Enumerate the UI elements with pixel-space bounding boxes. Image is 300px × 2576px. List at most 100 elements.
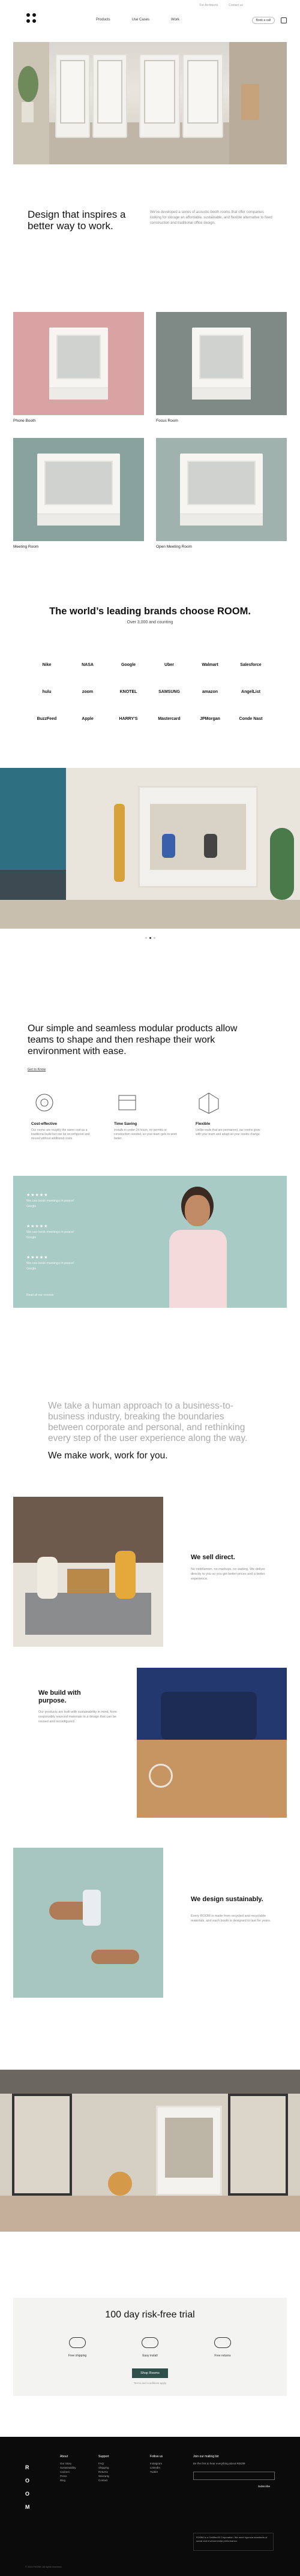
brand-logo: Walmart xyxy=(202,663,218,667)
footer-link[interactable]: Shipping xyxy=(98,2466,109,2470)
feature-text: Unlike walls that are permanent, our roo… xyxy=(196,1128,261,1136)
story-title: We build with purpose. xyxy=(38,1689,81,1704)
subscribe-button[interactable]: Subscribe xyxy=(258,2485,270,2488)
product-label[interactable]: Phone Booth xyxy=(13,419,36,423)
product-label[interactable]: Meeting Room xyxy=(13,545,38,549)
quote-source: Google xyxy=(26,1236,37,1239)
brand-logo: Conde Nast xyxy=(239,717,263,721)
story-text: Every ROOM is made from recycled and rec… xyxy=(191,1914,271,1923)
brand-logo: SAMSUNG xyxy=(158,690,180,694)
quote-text: We can book meetings in peace! xyxy=(26,1199,74,1203)
nav-item-products[interactable]: Products xyxy=(96,18,110,22)
shipping-icon xyxy=(69,2337,86,2348)
footer-link[interactable]: Our Story xyxy=(60,2461,76,2466)
footer-link[interactable]: Contact xyxy=(98,2478,109,2482)
quote-text: We can book meetings in peace! xyxy=(26,1230,74,1234)
modular-title: Our simple and seamless modular products… xyxy=(28,1023,238,1056)
brand-logo: KNOTEL xyxy=(119,690,137,694)
carousel-dots[interactable] xyxy=(0,937,300,939)
flexible-icon xyxy=(199,1092,219,1114)
feature-text: Our rooms are roughly the same cost as a… xyxy=(31,1128,90,1140)
approach-text: We take a human approach to a business-t… xyxy=(48,1401,248,1443)
product-label[interactable]: Open Meeting Room xyxy=(156,545,192,549)
feature-title: Time Saving xyxy=(114,1122,137,1126)
footer-link[interactable]: Blog xyxy=(60,2478,76,2482)
footer-col-about: About Our Story Sustainability Careers P… xyxy=(60,2455,76,2482)
contact-link[interactable]: Contact us xyxy=(229,4,243,7)
trial-item: Easy install xyxy=(123,2337,177,2358)
brand-logo: Salesforce xyxy=(240,663,262,667)
trial-section: 100 day risk-free trial Free shipping Ea… xyxy=(13,2298,287,2396)
office-photo xyxy=(0,2070,300,2232)
approach-headline: We make work, work for you. xyxy=(48,1451,168,1461)
product-open-meeting-room[interactable] xyxy=(156,438,287,541)
feature-text: Installs in under 24 hours, no permits o… xyxy=(114,1128,178,1140)
testimonial: ★★★★★ We can book meetings in peace! Goo… xyxy=(26,1255,74,1271)
quote-source: Google xyxy=(26,1205,37,1208)
hero-image xyxy=(13,42,287,164)
brand-logo: NASA xyxy=(82,663,94,667)
story-photo-sustainable xyxy=(13,1848,163,1998)
brands-title: The world’s leading brands choose ROOM. xyxy=(49,606,251,617)
brand-logo: Apple xyxy=(82,717,94,721)
cost-effective-icon xyxy=(35,1094,53,1112)
book-call-button[interactable]: Book a call xyxy=(251,17,275,24)
b-corp-badge: ROOM is a Certified B Corporation. We me… xyxy=(193,2533,274,2551)
footer-link[interactable]: Careers xyxy=(60,2470,76,2474)
story-text: Our products are built with sustainabili… xyxy=(38,1710,117,1724)
architects-link[interactable]: For Architects xyxy=(200,4,218,7)
quote-source: Google xyxy=(26,1267,37,1271)
story-photo-direct xyxy=(13,1497,163,1647)
brand-logo: AngelList xyxy=(241,690,260,694)
rating-stars: ★★★★★ xyxy=(26,1256,49,1260)
footer-link[interactable]: Twitter xyxy=(150,2470,163,2474)
cart-icon[interactable] xyxy=(281,17,287,23)
footer-col-follow: Follow us Instagram LinkedIn Twitter xyxy=(150,2455,163,2474)
footer: R O O M About Our Story Sustainability C… xyxy=(0,2437,300,2576)
shop-rooms-button[interactable]: Shop Rooms xyxy=(132,2368,168,2378)
brand-logo: Mastercard xyxy=(158,717,181,721)
footer-link[interactable]: FAQ xyxy=(98,2461,109,2466)
product-label[interactable]: Focus Room xyxy=(156,419,178,423)
nav-item-work[interactable]: Work xyxy=(171,18,179,22)
brand-logo: Google xyxy=(121,663,136,667)
footer-link[interactable]: Sustainability xyxy=(60,2466,76,2470)
footer-link[interactable]: Returns xyxy=(98,2470,109,2474)
trial-title: 100 day risk-free trial xyxy=(105,2310,195,2320)
newsletter-email-input[interactable] xyxy=(193,2472,275,2480)
lounge-photo xyxy=(0,768,300,929)
footer-col-support: Support FAQ Shipping Returns Warranty Co… xyxy=(98,2455,110,2482)
page: For Architects Contact us Products Use C… xyxy=(0,0,300,2576)
product-meeting-room[interactable] xyxy=(13,438,144,541)
trial-item: Free shipping xyxy=(50,2337,104,2358)
story-title: We design sustainably. xyxy=(191,1896,263,1903)
feature-title: Cost-effective xyxy=(31,1122,57,1126)
footer-link[interactable]: LinkedIn xyxy=(150,2466,163,2470)
get-to-know-link[interactable]: Get to Know xyxy=(28,1068,46,1071)
brands-subtitle: Over 3,000 and counting xyxy=(127,620,173,625)
footer-link[interactable]: Warranty xyxy=(98,2474,109,2478)
brand-logo: JPMorgan xyxy=(200,717,220,721)
header: For Architects Contact us Products Use C… xyxy=(0,0,300,35)
trial-item: Free returns xyxy=(196,2337,250,2358)
feature-title: Flexible xyxy=(196,1122,211,1126)
story-photo-purpose xyxy=(137,1668,287,1818)
brand-logo: Uber xyxy=(164,663,174,667)
testimonial: ★★★★★ We can book meetings in peace! Goo… xyxy=(26,1224,74,1239)
footer-link[interactable]: Instagram xyxy=(150,2461,163,2466)
product-focus-room[interactable] xyxy=(156,312,287,415)
utility-links: For Architects Contact us xyxy=(200,4,243,7)
nav-item-use-cases[interactable]: Use Cases xyxy=(132,18,149,22)
intro-title: Design that inspires a better way to wor… xyxy=(28,209,126,232)
footer-link[interactable]: Press xyxy=(60,2474,76,2478)
room-logo[interactable] xyxy=(26,13,36,23)
brand-logo: HARRY'S xyxy=(119,717,138,721)
intro-text: We've developed a series of acoustic boo… xyxy=(150,211,272,225)
footer-logo[interactable]: R O O M xyxy=(25,2461,31,2514)
read-reviews-link[interactable]: Read all our reviews xyxy=(26,1293,53,1297)
rating-stars: ★★★★★ xyxy=(26,1193,49,1197)
main-nav: Products Use Cases Work xyxy=(96,18,179,22)
story-title: We sell direct. xyxy=(191,1554,235,1561)
product-phone-booth[interactable] xyxy=(13,312,144,415)
brand-logo: BuzzFeed xyxy=(37,717,57,721)
